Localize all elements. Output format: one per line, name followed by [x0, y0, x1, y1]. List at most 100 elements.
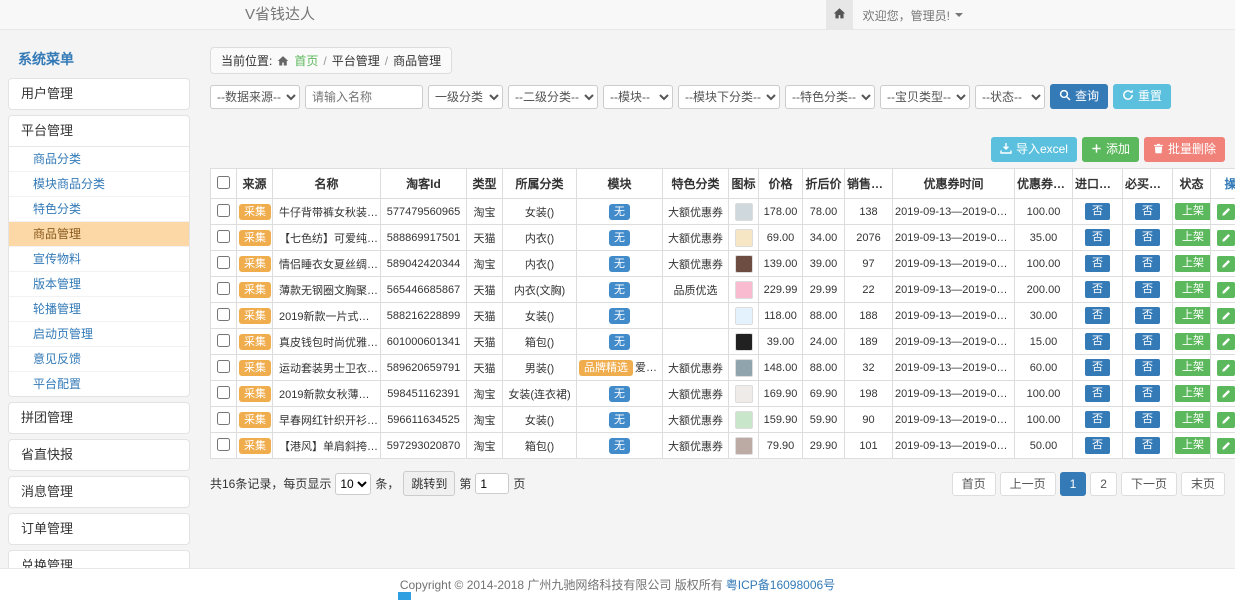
add-button[interactable]: 添加 [1082, 137, 1139, 162]
sidebar-item[interactable]: 商品管理 [9, 222, 189, 247]
reset-button[interactable]: 重置 [1113, 84, 1171, 109]
import-select-toggle[interactable]: 否 [1085, 229, 1110, 246]
filter-module-subcategory[interactable]: --模块下分类-- [678, 85, 780, 109]
must-buy-toggle[interactable]: 否 [1135, 333, 1160, 350]
icp-link[interactable]: 粤ICP备16098006号 [726, 576, 835, 593]
row-checkbox[interactable] [217, 334, 230, 347]
import-select-toggle[interactable]: 否 [1085, 411, 1110, 428]
edit-button[interactable] [1217, 256, 1235, 272]
filter-feature-category[interactable]: --特色分类-- [785, 85, 875, 109]
sidebar-item[interactable]: 平台配置 [9, 372, 189, 396]
sidebar-group-header[interactable]: 订单管理 [9, 514, 189, 544]
must-buy-toggle[interactable]: 否 [1135, 229, 1160, 246]
batch-delete-button[interactable]: 批量删除 [1144, 137, 1225, 162]
filter-module[interactable]: --模块-- [603, 85, 673, 109]
sidebar-group-header[interactable]: 拼团管理 [9, 403, 189, 433]
must-buy-toggle[interactable]: 否 [1135, 307, 1160, 324]
status-button[interactable]: 上架 [1175, 437, 1211, 454]
edit-button[interactable] [1217, 386, 1235, 402]
sidebar-group-header[interactable]: 消息管理 [9, 477, 189, 507]
row-checkbox[interactable] [217, 438, 230, 451]
row-checkbox[interactable] [217, 308, 230, 321]
must-buy-toggle[interactable]: 否 [1135, 203, 1160, 220]
filter-status[interactable]: --状态-- [975, 85, 1045, 109]
filter-data-source[interactable]: --数据来源-- [210, 85, 300, 109]
jump-page-input[interactable] [475, 473, 509, 494]
sidebar-item[interactable]: 启动页管理 [9, 322, 189, 347]
row-checkbox[interactable] [217, 386, 230, 399]
cell-coupon-time: 2019-09-13—2019-09-20 [893, 251, 1015, 277]
status-button[interactable]: 上架 [1175, 229, 1211, 246]
cell-category: 箱包() [503, 433, 577, 459]
status-button[interactable]: 上架 [1175, 203, 1211, 220]
status-button[interactable]: 上架 [1175, 385, 1211, 402]
page-size-select[interactable]: 10 [335, 473, 371, 495]
sidebar-item[interactable]: 宣传物料 [9, 247, 189, 272]
sidebar-item[interactable]: 模块商品分类 [9, 172, 189, 197]
cell-taoke-id: 601000601341 [381, 329, 467, 355]
status-button[interactable]: 上架 [1175, 281, 1211, 298]
sidebar-group-header[interactable]: 用户管理 [9, 79, 189, 109]
sidebar-group-header[interactable]: 省直快报 [9, 440, 189, 470]
row-checkbox[interactable] [217, 412, 230, 425]
import-select-toggle[interactable]: 否 [1085, 359, 1110, 376]
breadcrumb-home-link[interactable]: 首页 [294, 52, 318, 69]
edit-button[interactable] [1217, 282, 1235, 298]
filter-name-input[interactable] [305, 85, 423, 109]
jump-button[interactable]: 跳转到 [403, 471, 455, 496]
must-buy-toggle[interactable]: 否 [1135, 255, 1160, 272]
must-buy-toggle[interactable]: 否 [1135, 281, 1160, 298]
import-select-toggle[interactable]: 否 [1085, 385, 1110, 402]
edit-button[interactable] [1217, 360, 1235, 376]
sidebar-item[interactable]: 版本管理 [9, 272, 189, 297]
import-select-toggle[interactable]: 否 [1085, 203, 1110, 220]
sidebar-item[interactable]: 特色分类 [9, 197, 189, 222]
sidebar-group-header[interactable]: 平台管理 [9, 116, 189, 146]
page-button[interactable]: 1 [1060, 472, 1087, 496]
status-button[interactable]: 上架 [1175, 333, 1211, 350]
select-all-checkbox[interactable] [217, 176, 230, 189]
row-checkbox[interactable] [217, 282, 230, 295]
sidebar-item[interactable]: 轮播管理 [9, 297, 189, 322]
edit-button[interactable] [1217, 230, 1235, 246]
import-select-toggle[interactable]: 否 [1085, 333, 1110, 350]
must-buy-toggle[interactable]: 否 [1135, 411, 1160, 428]
status-button[interactable]: 上架 [1175, 307, 1211, 324]
status-button[interactable]: 上架 [1175, 411, 1211, 428]
edit-button[interactable] [1217, 438, 1235, 454]
edit-button[interactable] [1217, 412, 1235, 428]
row-checkbox[interactable] [217, 360, 230, 373]
page-button[interactable]: 首页 [952, 472, 996, 496]
edit-button[interactable] [1217, 334, 1235, 350]
edit-button[interactable] [1217, 308, 1235, 324]
search-button[interactable]: 查询 [1050, 84, 1108, 109]
page-button[interactable]: 下一页 [1121, 472, 1177, 496]
import-select-toggle[interactable]: 否 [1085, 307, 1110, 324]
filter-item-type[interactable]: --宝贝类型-- [880, 85, 970, 109]
status-button[interactable]: 上架 [1175, 359, 1211, 376]
must-buy-toggle[interactable]: 否 [1135, 359, 1160, 376]
import-excel-button[interactable]: 导入excel [991, 137, 1077, 162]
column-header: 价格 [759, 169, 803, 199]
home-button[interactable] [826, 0, 853, 30]
sidebar-item[interactable]: 商品分类 [9, 147, 189, 172]
page-button[interactable]: 末页 [1181, 472, 1225, 496]
row-checkbox[interactable] [217, 256, 230, 269]
source-badge: 采集 [239, 438, 271, 454]
sidebar-group: 平台管理商品分类模块商品分类特色分类商品管理宣传物料版本管理轮播管理启动页管理意… [8, 115, 190, 397]
row-checkbox[interactable] [217, 204, 230, 217]
page-button[interactable]: 上一页 [1000, 472, 1056, 496]
status-button[interactable]: 上架 [1175, 255, 1211, 272]
sidebar-item[interactable]: 意见反馈 [9, 347, 189, 372]
import-select-toggle[interactable]: 否 [1085, 281, 1110, 298]
import-select-toggle[interactable]: 否 [1085, 437, 1110, 454]
edit-button[interactable] [1217, 204, 1235, 220]
filter-level1-category[interactable]: 一级分类 [428, 85, 503, 109]
must-buy-toggle[interactable]: 否 [1135, 437, 1160, 454]
must-buy-toggle[interactable]: 否 [1135, 385, 1160, 402]
filter-level2-category[interactable]: --二级分类-- [508, 85, 598, 109]
page-button[interactable]: 2 [1090, 472, 1117, 496]
import-select-toggle[interactable]: 否 [1085, 255, 1110, 272]
row-checkbox[interactable] [217, 230, 230, 243]
user-menu[interactable]: 欢迎您，管理员! [853, 7, 973, 24]
